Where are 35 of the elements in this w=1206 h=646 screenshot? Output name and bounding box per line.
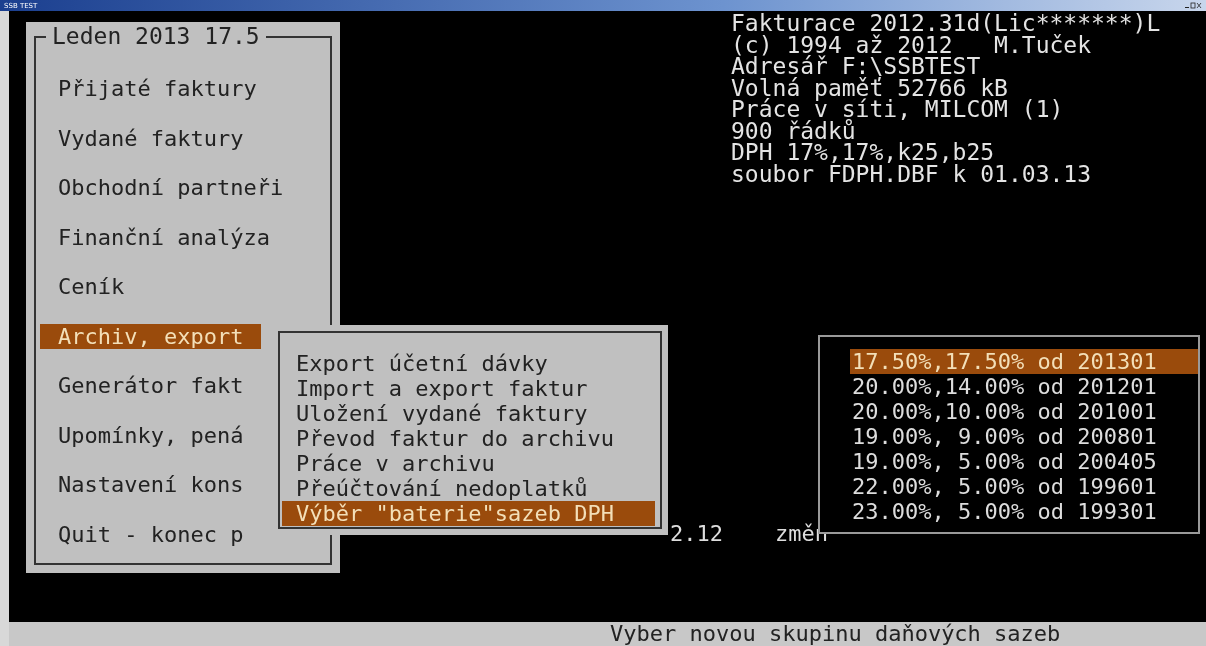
rate-item[interactable]: 23.00%, 5.00% od 199301 [850, 499, 1198, 524]
menu-item[interactable]: Finanční analýza [40, 224, 288, 250]
rate-item[interactable]: 22.00%, 5.00% od 199601 [850, 474, 1198, 499]
menu-item[interactable]: Přijaté faktury [40, 76, 275, 101]
info-line: (c) 1994 až 2012 M.Tuček [731, 34, 1092, 56]
menu-item[interactable]: Nastavení kons [40, 472, 262, 497]
console-text: 2.12 [670, 523, 723, 544]
rate-item[interactable]: 19.00%, 9.00% od 200801 [850, 424, 1198, 449]
menu-item[interactable]: Generátor fakt [40, 373, 262, 398]
menu-item[interactable]: Ceník [40, 274, 143, 299]
rate-item[interactable]: 20.00%,10.00% od 201001 [850, 399, 1198, 424]
rate-item[interactable]: 17.50%,17.50% od 201301 [850, 349, 1198, 374]
info-line: Volná paměť 52766 kB [731, 77, 1009, 99]
rate-item[interactable]: 20.00%,14.00% od 201201 [850, 374, 1198, 399]
menu-item[interactable]: Archiv, export [40, 323, 262, 349]
info-line: 900 řádků [731, 120, 856, 142]
submenu-item[interactable]: Práce v archivu [282, 451, 655, 476]
status-text: Vyber novou skupinu daňových sazeb [610, 623, 1061, 645]
menu-item[interactable]: Vydané faktury [40, 125, 262, 151]
window-controls-icon[interactable] [1184, 1, 1202, 10]
submenu-item[interactable]: Přeúčtování nedoplatků [282, 476, 655, 501]
info-line: DPH 17%,17%,k25,b25 [731, 142, 996, 164]
rate-item[interactable]: 19.00%, 5.00% od 200405 [850, 449, 1198, 474]
menu-title: Leden 2013 17.5 [46, 26, 266, 47]
menu-item[interactable]: Upomínky, pená [40, 422, 262, 448]
info-line: Fakturace 2012.31d(Lic*******)L [731, 13, 1161, 35]
submenu-item[interactable]: Import a export faktur [282, 376, 655, 401]
info-line: soubor FDPH.DBF k 01.03.13 [731, 163, 1093, 185]
submenu-item[interactable]: Převod faktur do archivu [282, 426, 655, 451]
menu-item[interactable]: Quit - konec p [40, 521, 262, 547]
menu-item[interactable]: Obchodní partneři [40, 175, 302, 200]
submenu-item[interactable]: Uložení vydané faktury [282, 401, 655, 426]
submenu-item[interactable]: Export účetní dávky [282, 351, 655, 376]
submenu-item[interactable]: Výběr "baterie"sazeb DPH [282, 501, 655, 526]
info-line: Adresář F:\SSBTEST [731, 56, 982, 78]
